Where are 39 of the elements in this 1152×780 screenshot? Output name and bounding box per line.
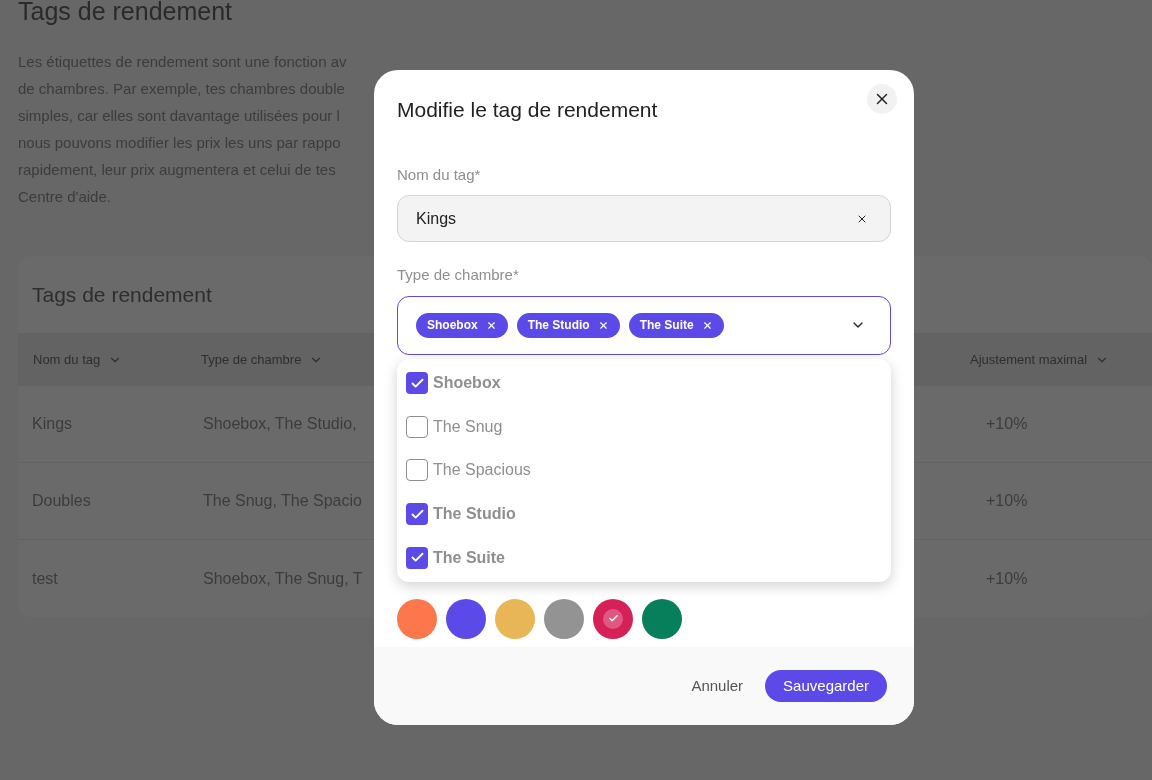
color-swatch[interactable]	[593, 598, 633, 639]
room-type-chip[interactable]: The Studio	[516, 312, 620, 338]
checkbox[interactable]	[406, 372, 428, 395]
checkbox[interactable]	[406, 415, 428, 438]
color-swatch[interactable]	[544, 598, 584, 639]
checkbox[interactable]	[406, 459, 428, 482]
check-icon	[603, 608, 623, 629]
remove-icon	[597, 319, 609, 331]
option-label: The Spacious	[433, 460, 531, 481]
option-label: Shoebox	[433, 373, 501, 394]
cancel-button[interactable]: Annuler	[691, 674, 744, 698]
checkbox[interactable]	[406, 546, 428, 569]
remove-icon	[485, 319, 497, 331]
field-label: Nom du tag*	[397, 164, 481, 185]
room-type-select[interactable]: Shoebox The Studio The Suite	[397, 295, 891, 355]
table-title: Tags de rendement	[32, 281, 212, 308]
dropdown-option[interactable]: Shoebox	[397, 361, 891, 406]
remove-icon	[701, 319, 713, 331]
checkbox[interactable]	[406, 503, 428, 526]
color-swatch[interactable]	[397, 598, 437, 639]
page-title: Tags de rendement	[18, 0, 234, 24]
option-label: The Suite	[433, 547, 505, 568]
color-swatch[interactable]	[642, 598, 682, 639]
color-swatch[interactable]	[495, 598, 535, 639]
dialog-title: Modifie le tag de rendement	[397, 97, 658, 123]
field-label: Type de chambre*	[397, 265, 519, 285]
color-swatch[interactable]	[446, 598, 486, 639]
room-type-chip[interactable]: The Suite	[628, 312, 724, 338]
tag-name-input[interactable]: Kings	[416, 206, 856, 231]
dropdown-option[interactable]: The Studio	[397, 492, 891, 536]
close-button[interactable]	[867, 84, 897, 114]
dropdown-option[interactable]: The Suite	[397, 535, 891, 580]
dropdown-option[interactable]: The Spacious	[397, 448, 891, 493]
save-button[interactable]: Sauvegarder	[765, 670, 887, 702]
tag-name-field[interactable]: Kings	[397, 195, 891, 242]
dropdown-option[interactable]: The Snug	[397, 405, 891, 449]
option-label: The Studio	[433, 504, 516, 525]
room-type-chip[interactable]: Shoebox	[416, 312, 508, 338]
option-label: The Snug	[433, 416, 503, 437]
